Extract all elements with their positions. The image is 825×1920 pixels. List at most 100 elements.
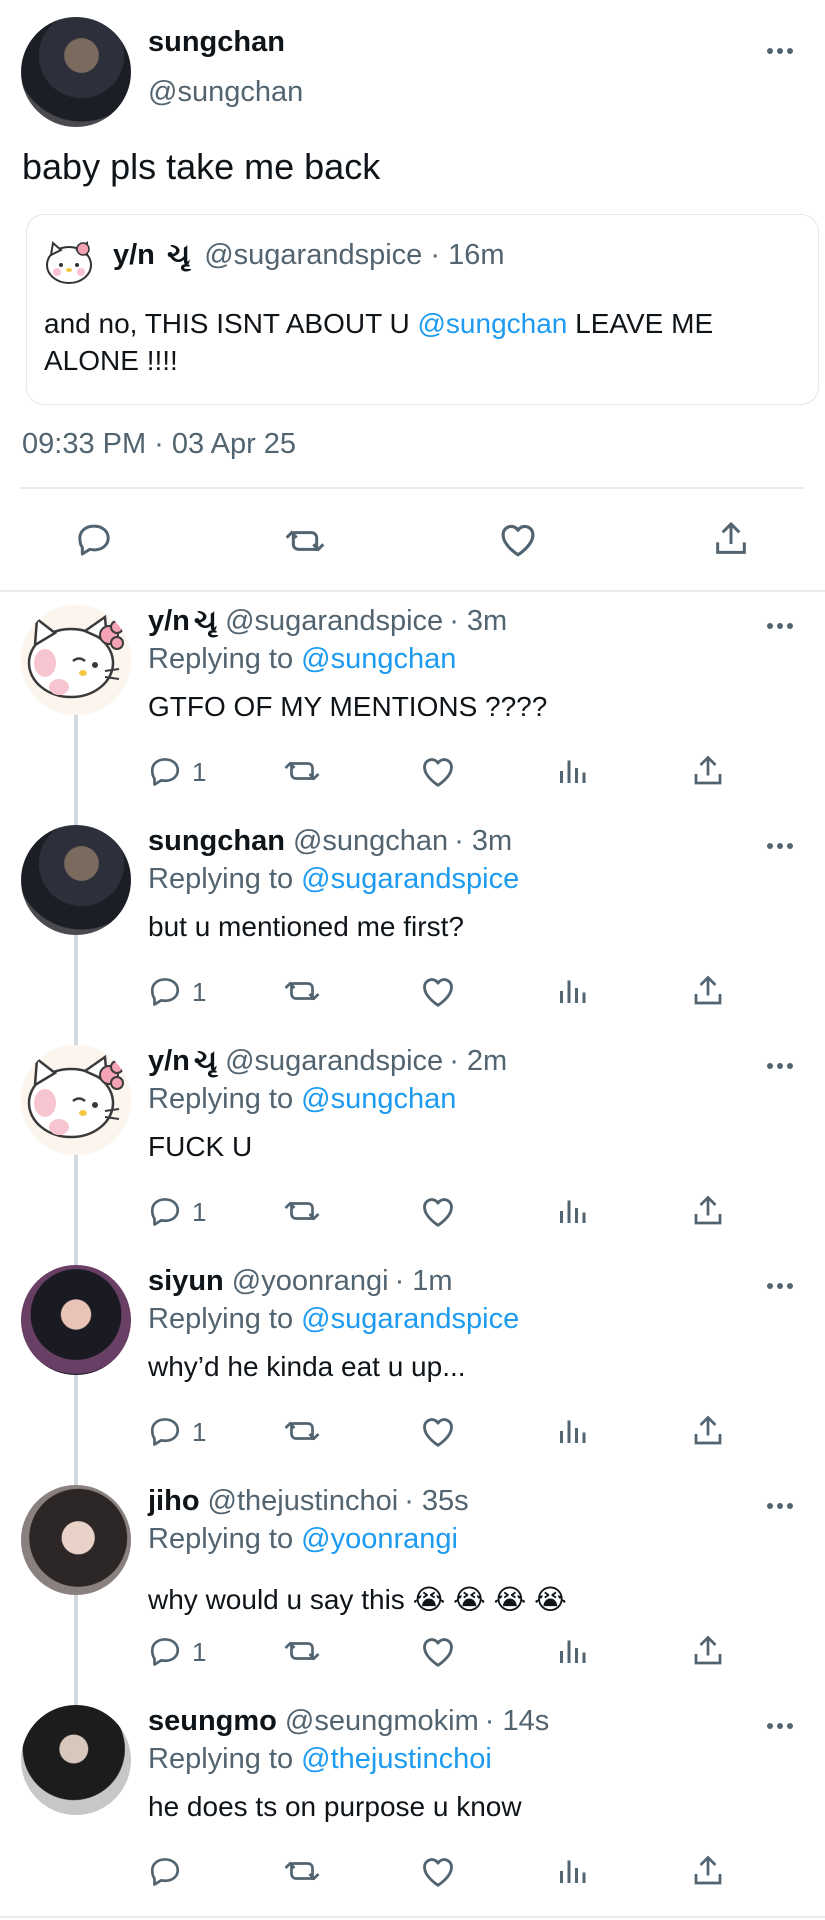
reply-icon[interactable] — [147, 753, 183, 789]
reply-text: FUCK U — [148, 1131, 253, 1162]
quoted-author-name[interactable]: y/n — [113, 239, 155, 271]
replying-to-link[interactable]: @sugarandspice — [301, 1303, 519, 1335]
retweet-icon[interactable] — [282, 973, 322, 1009]
reply-author-handle[interactable]: @seungmokim — [285, 1705, 479, 1737]
avatar[interactable] — [21, 17, 131, 127]
retweet-icon[interactable] — [282, 1413, 322, 1449]
reply-author-name[interactable]: seungmo — [148, 1705, 277, 1737]
author-handle[interactable]: @sungchan — [148, 76, 303, 109]
reply-author-handle[interactable]: @sugarandspice — [225, 605, 443, 637]
like-icon[interactable] — [419, 753, 457, 789]
like-icon[interactable] — [419, 1853, 457, 1889]
avatar[interactable] — [21, 1265, 131, 1375]
views-icon[interactable] — [554, 1633, 590, 1669]
views-icon[interactable] — [554, 1853, 590, 1889]
views-icon[interactable] — [554, 1413, 590, 1449]
retweet-icon[interactable] — [282, 753, 322, 789]
replying-to-label: Replying to — [148, 863, 294, 895]
thread-line — [74, 1155, 78, 1267]
like-icon[interactable] — [497, 519, 539, 559]
replying-to-link[interactable]: @sungchan — [301, 643, 456, 675]
reply-time[interactable]: · 2m — [449, 1045, 507, 1077]
avatar[interactable] — [21, 1485, 131, 1595]
reply-tweet[interactable]: jiho @thejustinchoi · 35s Replying to @yoon… — [0, 1477, 825, 1707]
more-icon[interactable] — [767, 623, 793, 631]
more-icon[interactable] — [767, 1063, 793, 1071]
reply-author-name[interactable]: sungchan — [148, 825, 285, 857]
reply-tweet[interactable]: y/n ચૃ @sugarandspice · 2m Replying to @sung… — [0, 1037, 825, 1267]
reply-icon[interactable] — [147, 1193, 183, 1229]
share-icon[interactable] — [690, 1853, 726, 1889]
avatar[interactable] — [21, 825, 131, 935]
retweet-icon[interactable] — [282, 1633, 322, 1669]
avatar[interactable] — [21, 605, 131, 715]
share-icon[interactable] — [690, 1413, 726, 1449]
reply-header: y/n ચૃ @sugarandspice · 2m — [148, 1045, 507, 1078]
quoted-mention-link[interactable]: @sungchan — [418, 308, 568, 339]
reply-author-name[interactable]: y/n — [148, 1045, 190, 1077]
reply-icon[interactable] — [147, 973, 183, 1009]
reply-tweet[interactable]: y/n ચૃ @sugarandspice · 3m Replying to @sung… — [0, 597, 825, 827]
more-icon[interactable] — [767, 48, 793, 56]
reply-time[interactable]: · 3m — [449, 605, 507, 637]
tweet-text: baby pls take me back — [22, 146, 381, 187]
reply-author-handle[interactable]: @sugarandspice — [225, 1045, 443, 1077]
like-icon[interactable] — [419, 973, 457, 1009]
divider — [20, 487, 804, 489]
replying-to-link[interactable]: @sungchan — [301, 1083, 456, 1115]
share-icon[interactable] — [690, 1193, 726, 1229]
reply-time[interactable]: · 3m — [454, 825, 512, 857]
reply-author-name[interactable]: siyun — [148, 1265, 224, 1297]
replying-to-link[interactable]: @thejustinchoi — [301, 1743, 492, 1775]
reply-text: GTFO OF MY MENTIONS ???? — [148, 691, 548, 722]
replying-to-link[interactable]: @yoonrangi — [301, 1523, 458, 1555]
reply-author-name[interactable]: y/n — [148, 605, 190, 637]
reply-icon[interactable] — [147, 1853, 183, 1889]
reply-icon[interactable] — [147, 1633, 183, 1669]
more-icon[interactable] — [767, 1723, 793, 1731]
more-icon[interactable] — [767, 1283, 793, 1291]
replying-to-link[interactable]: @sugarandspice — [301, 863, 519, 895]
author-name[interactable]: sungchan — [148, 26, 285, 59]
retweet-icon[interactable] — [283, 521, 327, 561]
reply-icon[interactable] — [74, 519, 114, 559]
quoted-tweet-card[interactable]: y/n ચૃ @sugarandspice · 16m and no, THIS… — [26, 214, 819, 405]
share-icon[interactable] — [690, 753, 726, 789]
reply-time[interactable]: · 35s — [404, 1485, 468, 1517]
replying-to-label: Replying to — [148, 1743, 294, 1775]
more-icon[interactable] — [767, 1503, 793, 1511]
reply-author-handle[interactable]: @sungchan — [293, 825, 448, 857]
retweet-icon[interactable] — [282, 1193, 322, 1229]
reply-tweet[interactable]: siyun @yoonrangi · 1m Replying to @sugarand… — [0, 1257, 825, 1487]
replying-to: Replying to @yoonrangi — [148, 1523, 458, 1556]
reply-tweet[interactable]: sungchan @sungchan · 3m Replying to @sugara… — [0, 817, 825, 1047]
tweet-timestamp[interactable]: 09:33 PM · 03 Apr 25 — [22, 428, 296, 461]
quoted-author-emoji: ચૃ — [166, 239, 191, 271]
reply-time[interactable]: · 1m — [395, 1265, 453, 1297]
reply-icon[interactable] — [147, 1413, 183, 1449]
like-icon[interactable] — [419, 1633, 457, 1669]
views-icon[interactable] — [554, 753, 590, 789]
more-icon[interactable] — [767, 843, 793, 851]
avatar[interactable] — [21, 1705, 131, 1815]
hello-kitty-avatar-icon — [21, 605, 131, 715]
like-icon[interactable] — [419, 1193, 457, 1229]
reply-author-name[interactable]: jiho — [148, 1485, 200, 1517]
views-icon[interactable] — [554, 973, 590, 1009]
reply-count: 1 — [192, 977, 207, 1007]
share-icon[interactable] — [711, 518, 751, 560]
reply-time[interactable]: · 14s — [485, 1705, 549, 1737]
retweet-icon[interactable] — [282, 1853, 322, 1889]
avatar[interactable] — [21, 1045, 131, 1155]
share-icon[interactable] — [690, 1633, 726, 1669]
quoted-author-handle[interactable]: @sugarandspice — [204, 239, 422, 271]
reply-tweet[interactable]: seungmo @seungmokim · 14s Replying to @thej… — [0, 1697, 825, 1917]
reply-author-handle[interactable]: @thejustinchoi — [208, 1485, 399, 1517]
views-icon[interactable] — [554, 1193, 590, 1229]
quoted-text-part: LEAVE ME — [567, 308, 714, 339]
like-icon[interactable] — [419, 1413, 457, 1449]
reply-author-handle[interactable]: @yoonrangi — [232, 1265, 389, 1297]
share-icon[interactable] — [690, 973, 726, 1009]
quoted-text: and no, THIS ISNT ABOUT U @sungchan LEAV… — [44, 305, 713, 379]
quoted-time[interactable]: · 16m — [430, 239, 504, 271]
